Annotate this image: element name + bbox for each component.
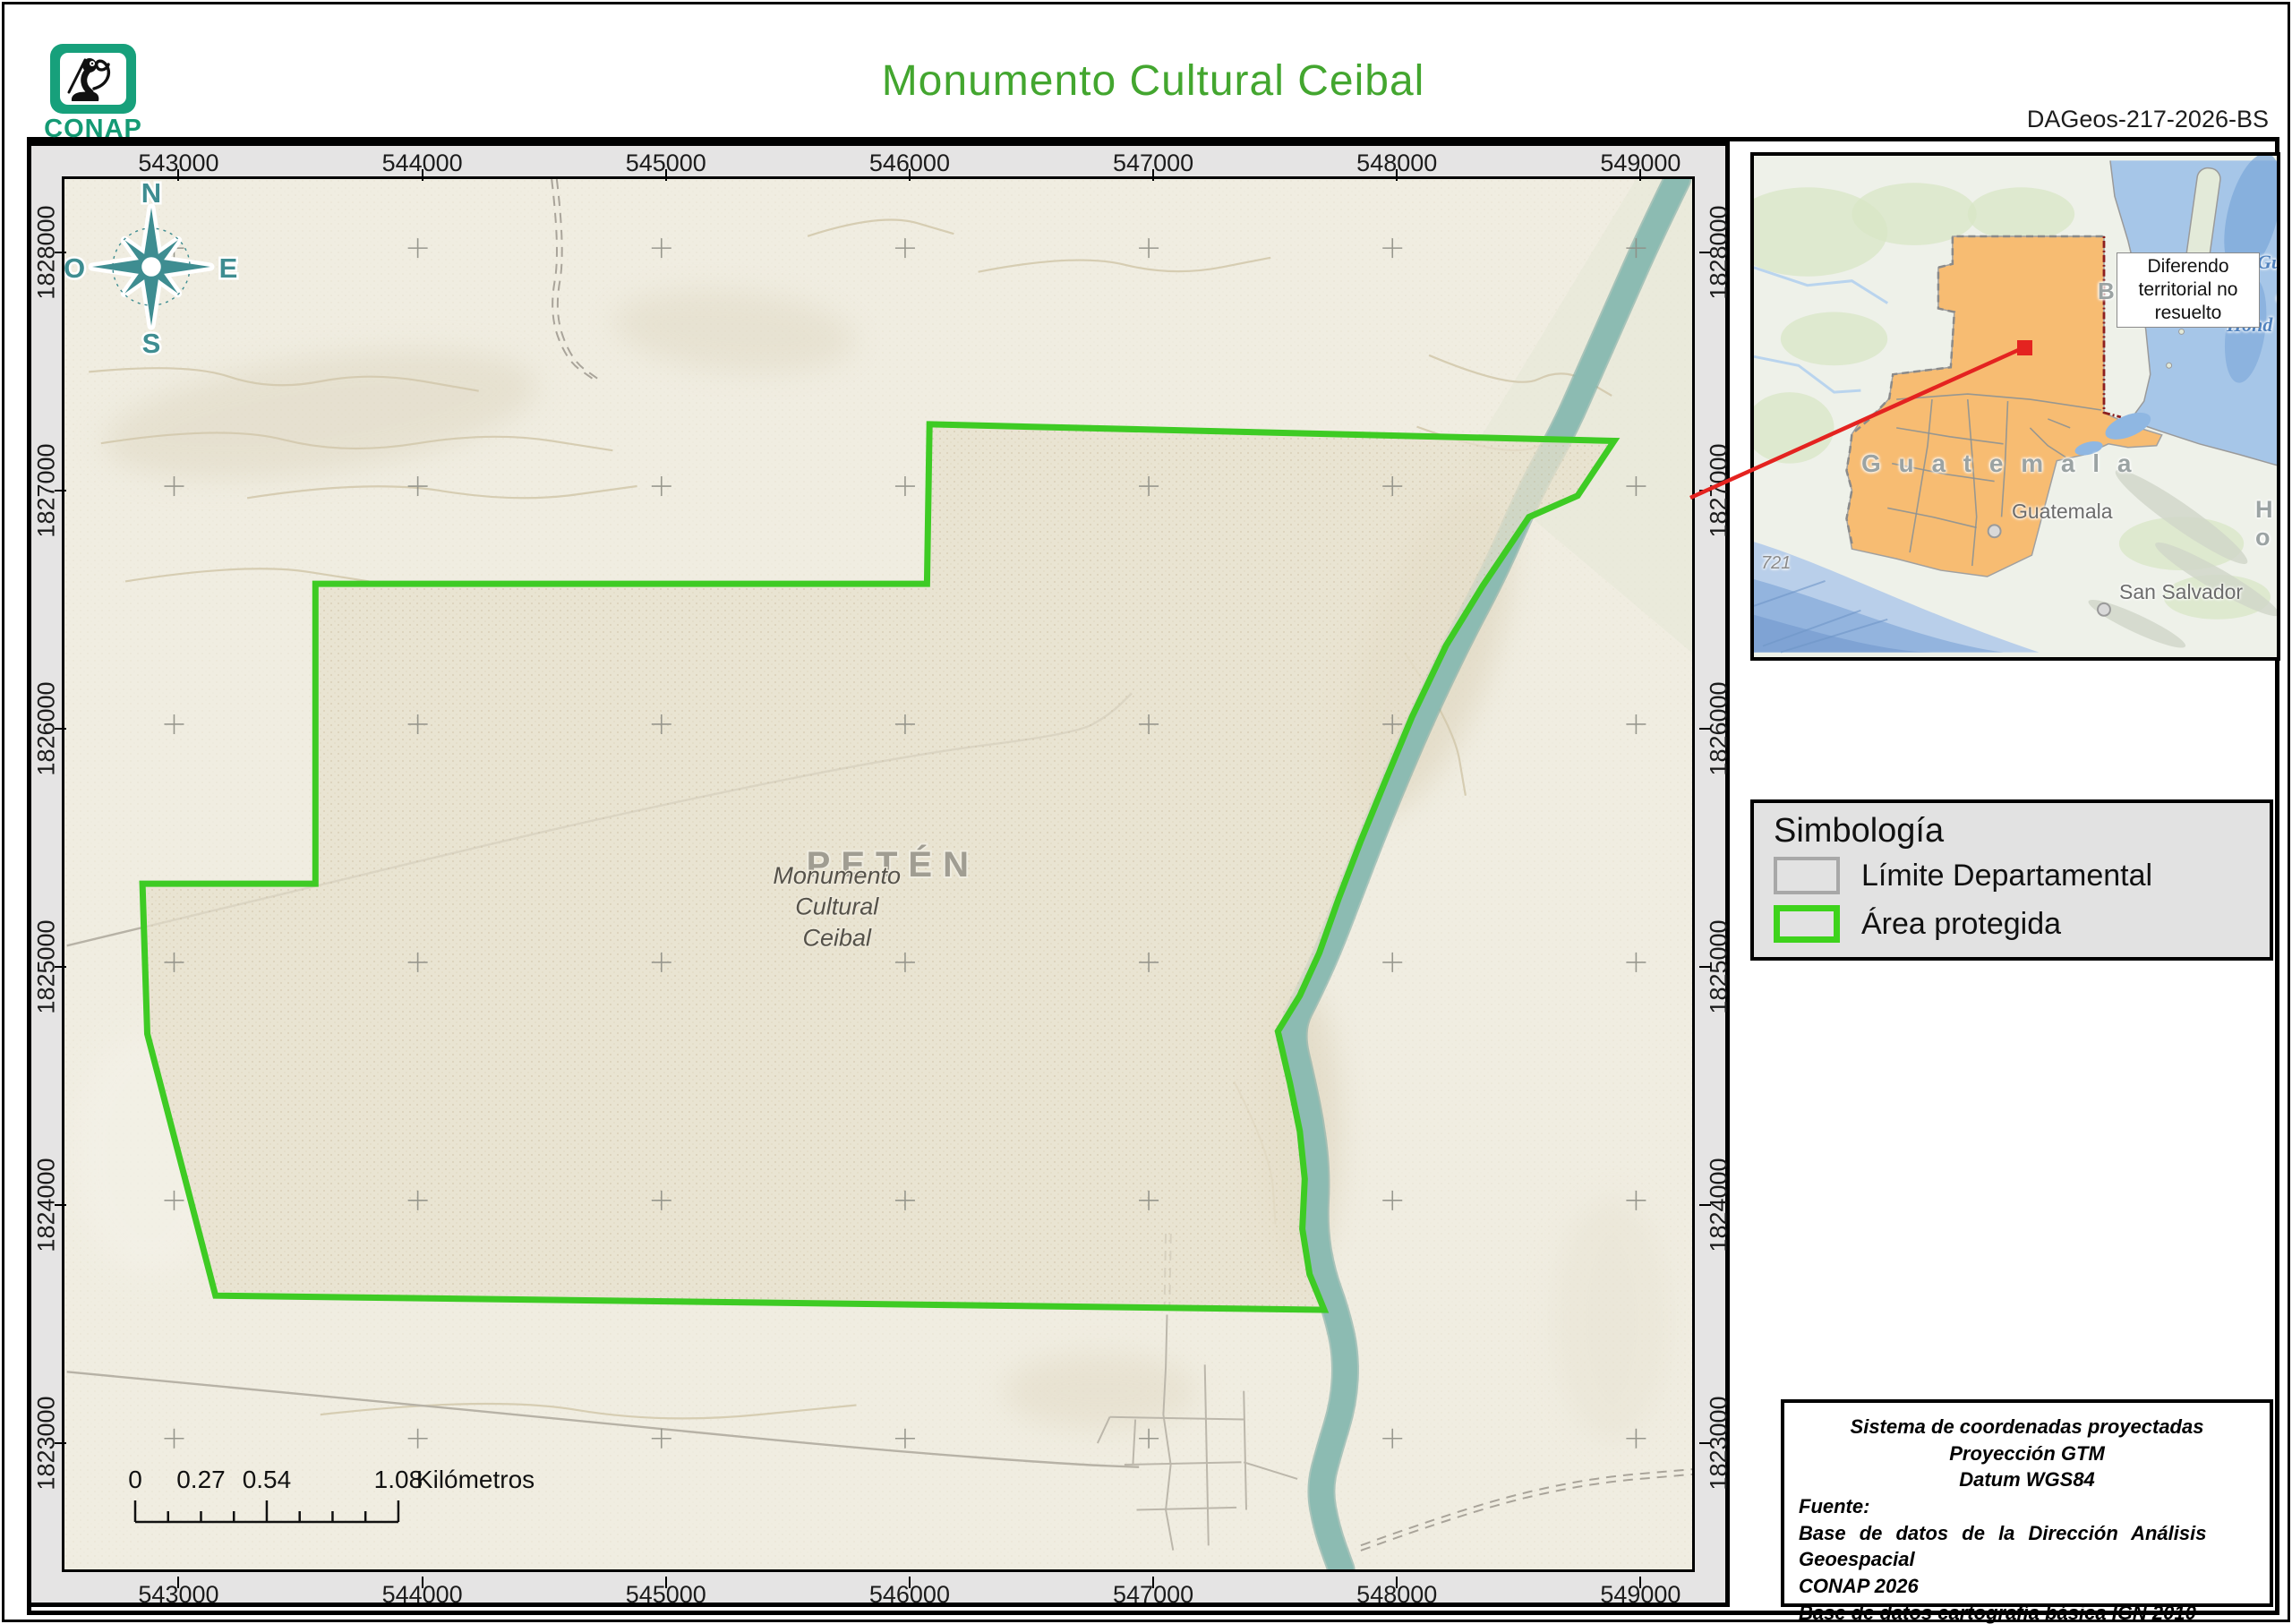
svg-text:N: N (141, 179, 161, 209)
inset-depth-label: 721 (1761, 553, 1791, 574)
inset-country-label: G u a t e m a l a (1861, 449, 2136, 478)
inset-sea-label-fragment: Gu (2257, 251, 2280, 274)
axis-tick (55, 490, 66, 491)
axis-tick (1639, 1577, 1641, 1588)
protected-area-swatch (1774, 905, 1840, 943)
axis-tick (1699, 1204, 1711, 1206)
axis-tick (665, 1577, 667, 1588)
axis-tick (1396, 169, 1398, 181)
projection-line: Proyección GTM (1799, 1440, 2255, 1467)
axis-tick (55, 252, 66, 253)
inset-honduras-label: H o (2255, 496, 2280, 551)
axis-tick (422, 1577, 423, 1588)
svg-text:Ceibal: Ceibal (802, 924, 872, 951)
map-block: PETÉNMonumentoCulturalCeibalNESO00.270.5… (27, 141, 1730, 1607)
inset-belize-label: B (2098, 278, 2115, 305)
axis-tick (1152, 169, 1154, 181)
logo-text: CONAP (44, 115, 142, 142)
source-line-2: CONAP 2026 (1799, 1573, 2255, 1600)
axis-tick (55, 966, 66, 968)
legend-title: Simbología (1774, 812, 1944, 850)
datum-line: Datum WGS84 (1799, 1466, 2255, 1493)
legend: Simbología Límite Departamental Área pro… (1750, 799, 2273, 961)
axis-tick (422, 169, 423, 181)
svg-text:0.54: 0.54 (243, 1466, 292, 1493)
axis-tick (177, 169, 179, 181)
inset-locator-map[interactable]: G u a t e m a l a Guatemala San Salvador… (1750, 152, 2280, 661)
svg-text:Kilómetros: Kilómetros (416, 1466, 535, 1493)
svg-text:0: 0 (128, 1466, 142, 1493)
legend-item-label: Área protegida (1861, 907, 2061, 942)
axis-tick (1699, 252, 1711, 253)
inset-city2-label: San Salvador (2119, 580, 2243, 604)
axis-tick (55, 1442, 66, 1444)
legend-item-label: Límite Departamental (1861, 859, 2152, 893)
axis-tick (1396, 1577, 1398, 1588)
crs-line: Sistema de coordenadas proyectadas (1799, 1414, 2255, 1440)
legend-item-area[interactable]: Área protegida (1774, 903, 2061, 944)
axis-tick (909, 169, 911, 181)
inset-city-label: Guatemala (2012, 500, 2113, 524)
map-canvas[interactable]: PETÉNMonumentoCulturalCeibalNESO00.270.5… (62, 176, 1695, 1572)
page-title: Monumento Cultural Ceibal (27, 56, 2279, 106)
svg-text:Monumento: Monumento (773, 862, 901, 889)
source-info-box: Sistema de coordenadas proyectadas Proye… (1781, 1399, 2273, 1607)
axis-tick (1699, 490, 1711, 491)
svg-text:E: E (219, 252, 238, 284)
svg-text:S: S (142, 328, 161, 359)
axis-tick (55, 1204, 66, 1206)
svg-text:O: O (64, 252, 85, 284)
axis-tick (55, 728, 66, 730)
axis-tick (1152, 1577, 1154, 1588)
territorial-dispute-callout: Diferendo territorial no resuelto (2117, 252, 2260, 328)
axis-tick (177, 1577, 179, 1588)
axis-tick (1699, 1442, 1711, 1444)
svg-text:Cultural: Cultural (795, 893, 879, 920)
document-code: DAGeos-217-2026-BS (2027, 106, 2269, 133)
source-line-1: Base de datos de la Dirección Análisis G… (1799, 1520, 2255, 1573)
departmental-boundary-swatch (1774, 857, 1840, 894)
source-line-3: Base de datos cartografía básica IGN 201… (1799, 1600, 2255, 1624)
axis-tick (1699, 966, 1711, 968)
axis-tick (665, 169, 667, 181)
legend-item-limite[interactable]: Límite Departamental (1774, 855, 2152, 896)
fuente-label: Fuente: (1799, 1493, 2255, 1520)
svg-text:0.27: 0.27 (176, 1466, 226, 1493)
page: CONAP Monumento Cultural Ceibal DAGeos-2… (0, 0, 2292, 1624)
inset-sea-label-fragment: o (2277, 285, 2280, 308)
axis-tick (1699, 728, 1711, 730)
axis-tick (1639, 169, 1641, 181)
header: CONAP Monumento Cultural Ceibal (27, 31, 2279, 141)
axis-tick (909, 1577, 911, 1588)
